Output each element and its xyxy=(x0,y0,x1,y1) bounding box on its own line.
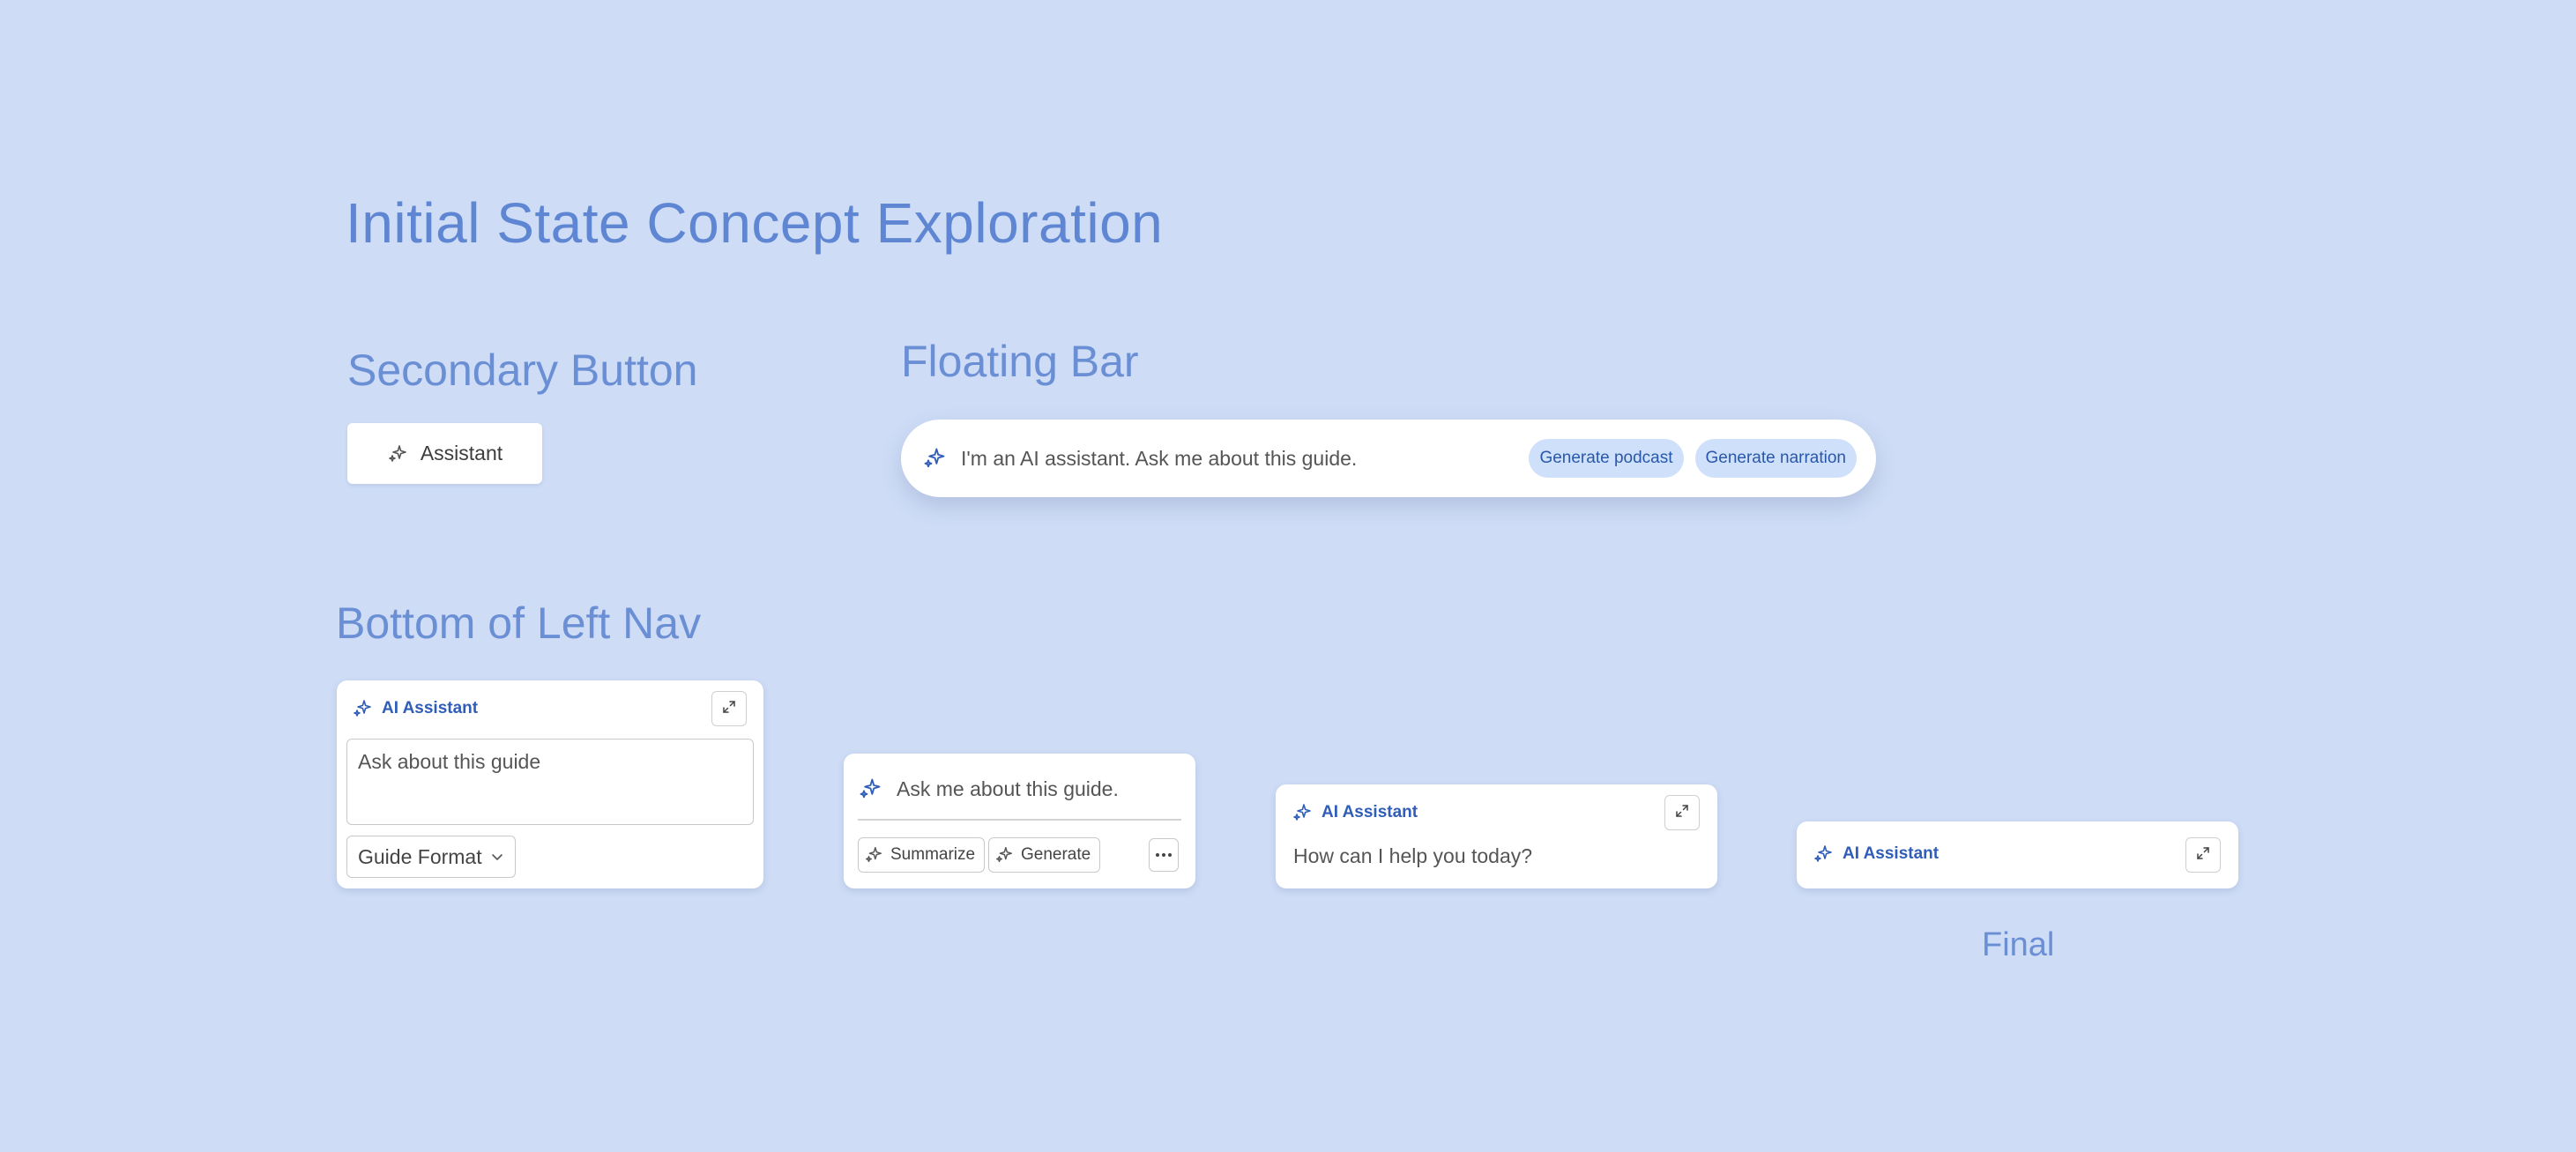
sparkle-icon xyxy=(352,698,373,719)
card4-expand-button[interactable] xyxy=(2185,837,2221,873)
assistant-button[interactable]: Assistant xyxy=(347,423,542,484)
expand-icon xyxy=(1674,803,1690,823)
sparkle-icon xyxy=(922,446,947,471)
sparkle-icon xyxy=(1813,844,1834,865)
card3-prompt-input[interactable]: How can I help you today? xyxy=(1293,844,1532,868)
sparkle-icon xyxy=(858,777,882,801)
floating-bar-input[interactable]: I'm an AI assistant. Ask me about this g… xyxy=(961,447,1517,471)
summarize-label: Summarize xyxy=(890,845,976,864)
generate-narration-chip[interactable]: Generate narration xyxy=(1694,439,1857,478)
card2-placeholder: Ask me about this guide. xyxy=(897,777,1119,800)
more-options-button[interactable] xyxy=(1149,838,1179,872)
summarize-button[interactable]: Summarize xyxy=(858,837,986,873)
page-title: Initial State Concept Exploration xyxy=(346,191,1164,255)
generate-button[interactable]: Generate xyxy=(988,837,1101,873)
card3-header: AI Assistant xyxy=(1292,802,1418,823)
final-label: Final xyxy=(1982,926,2055,963)
card2-input[interactable]: Ask me about this guide. xyxy=(858,777,1119,801)
more-icon xyxy=(1156,853,1159,857)
guide-format-value: Guide Format xyxy=(358,844,482,868)
expand-icon xyxy=(721,699,737,719)
left-nav-heading: Bottom of Left Nav xyxy=(336,598,702,648)
card1-question-input[interactable]: Ask about this guide xyxy=(346,739,754,825)
card3-title: AI Assistant xyxy=(1322,803,1418,821)
assistant-card-prompt: AI Assistant How can I help you today? xyxy=(1276,784,1717,888)
assistant-card-final[interactable]: AI Assistant xyxy=(1797,821,2238,888)
secondary-button-heading: Secondary Button xyxy=(347,346,698,395)
sparkle-icon xyxy=(994,845,1014,865)
floating-bar-heading: Floating Bar xyxy=(901,337,1139,386)
card1-header: AI Assistant xyxy=(352,698,478,719)
card3-expand-button[interactable] xyxy=(1664,795,1700,830)
sparkle-icon xyxy=(864,845,883,865)
card4-header: AI Assistant xyxy=(1813,844,1939,865)
generate-label: Generate xyxy=(1021,845,1091,864)
card4-title: AI Assistant xyxy=(1843,844,1939,863)
floating-bar[interactable]: I'm an AI assistant. Ask me about this g… xyxy=(901,420,1876,497)
assistant-button-label: Assistant xyxy=(420,442,503,465)
card1-expand-button[interactable] xyxy=(711,691,747,726)
guide-format-dropdown[interactable]: Guide Format xyxy=(346,836,516,878)
expand-icon xyxy=(2195,845,2211,866)
sparkle-icon xyxy=(1292,802,1313,823)
chevron-down-icon xyxy=(490,845,504,869)
card1-title: AI Assistant xyxy=(382,699,479,717)
generate-podcast-chip[interactable]: Generate podcast xyxy=(1529,439,1684,478)
assistant-card-compact: Ask me about this guide. Summarize Gener… xyxy=(844,754,1195,888)
card2-divider xyxy=(858,819,1181,821)
sparkle-icon xyxy=(387,443,408,465)
